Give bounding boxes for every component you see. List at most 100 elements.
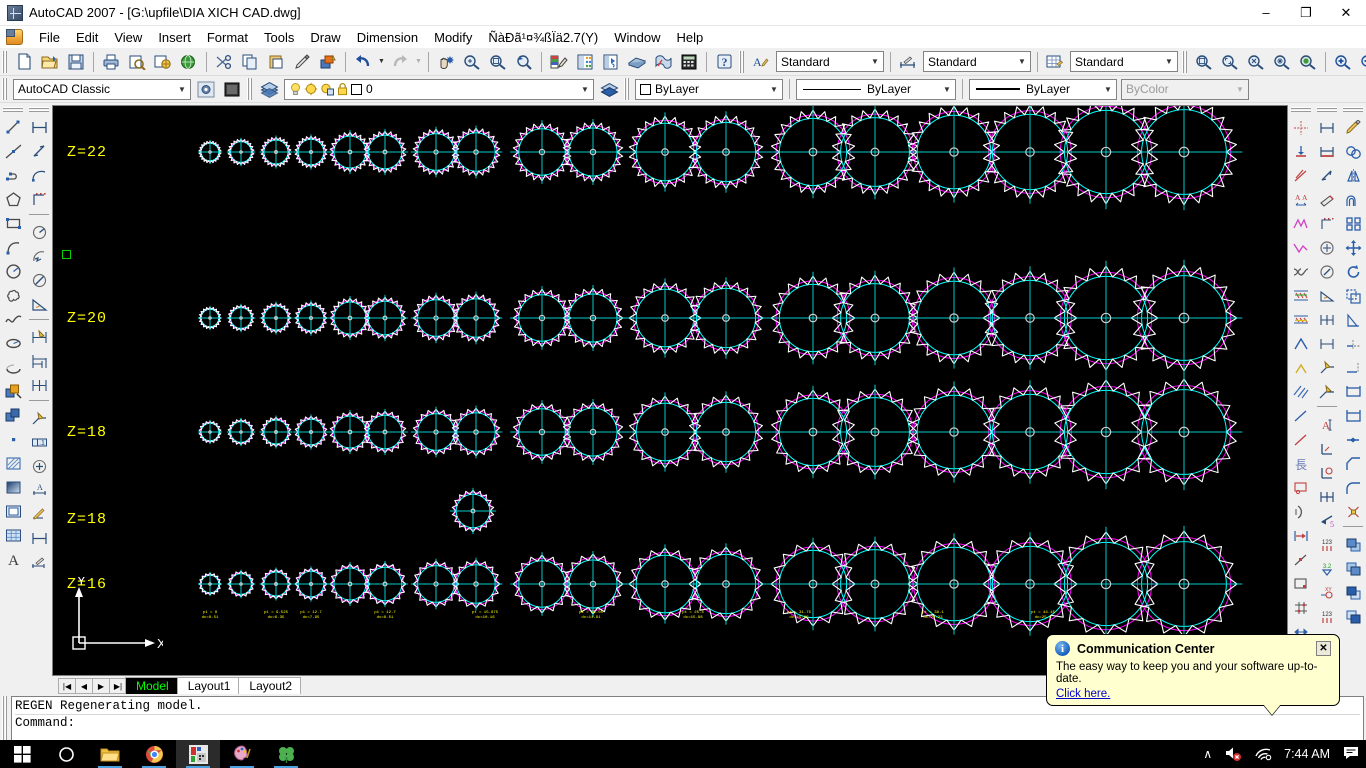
rectangle-icon[interactable] — [2, 212, 25, 235]
mirror-icon[interactable] — [1342, 164, 1365, 187]
web-publish-icon[interactable] — [177, 50, 201, 73]
balloon-click-here-link[interactable]: Click here. — [1056, 688, 1110, 700]
zoom-toolbar-grip[interactable] — [1182, 50, 1189, 73]
workspaces-toolbar-grip[interactable] — [2, 78, 9, 100]
snap-mid-between-icon[interactable] — [1290, 524, 1313, 547]
make-block-icon[interactable] — [2, 404, 25, 427]
ucs-z-icon[interactable] — [1316, 356, 1339, 379]
spline-icon[interactable] — [2, 308, 25, 331]
start-button[interactable] — [0, 740, 44, 768]
snap-from-icon[interactable] — [1290, 140, 1313, 163]
document-control-icon[interactable] — [6, 29, 23, 45]
chevron-down-icon[interactable]: ▼ — [1014, 52, 1030, 71]
draw-toolbar-grip[interactable] — [3, 107, 23, 114]
radius-dimension-icon[interactable] — [28, 221, 51, 244]
color-control-combo[interactable]: ByLayer ▼ — [635, 78, 783, 100]
quick-leader-icon[interactable] — [28, 407, 51, 430]
zoom-realtime-icon[interactable] — [460, 50, 484, 73]
menu-window[interactable]: Window — [606, 28, 668, 47]
point-icon[interactable] — [2, 428, 25, 451]
first-tab-button[interactable]: |◀ — [58, 678, 76, 694]
snap-to-intersection-icon[interactable] — [1290, 212, 1313, 235]
menu-edit[interactable]: Edit — [68, 28, 106, 47]
ucs-origin-icon[interactable] — [1316, 236, 1339, 259]
menu-insert[interactable]: Insert — [150, 28, 199, 47]
send-to-back-icon[interactable] — [1342, 557, 1365, 580]
ucs-object-icon[interactable] — [1316, 188, 1339, 211]
text-edit-icon[interactable]: A — [1316, 413, 1339, 436]
workspace-settings-icon[interactable] — [194, 78, 218, 101]
command-window-grip[interactable] — [2, 696, 10, 746]
aligned-dimension-icon[interactable] — [28, 140, 51, 163]
tolerance-icon[interactable]: .1 — [28, 431, 51, 454]
table-style-combo[interactable]: Standard ▼ — [1070, 51, 1178, 72]
calculator-icon[interactable] — [677, 50, 701, 73]
extend-icon[interactable] — [1342, 356, 1365, 379]
lineweight-control-combo[interactable]: ByLayer ▼ — [969, 78, 1117, 100]
dimension-text-edit-icon[interactable] — [28, 503, 51, 526]
snap-to-midpoint-icon[interactable]: AA — [1290, 188, 1313, 211]
snap-to-nearest-icon[interactable]: 長 — [1290, 452, 1313, 475]
menu-tools[interactable]: Tools — [256, 28, 302, 47]
snap-to-line-icon[interactable] — [1290, 548, 1313, 571]
layer-color-swatch[interactable] — [351, 83, 362, 95]
send-under-object-icon[interactable] — [1342, 605, 1365, 628]
dimension-style-icon[interactable] — [28, 551, 51, 574]
chevron-down-icon[interactable]: ▼ — [939, 80, 955, 99]
line-icon[interactable] — [2, 116, 25, 139]
menu-view[interactable]: View — [106, 28, 150, 47]
volume-muted-icon[interactable] — [1224, 745, 1242, 764]
zoom-out-icon[interactable] — [1357, 50, 1366, 73]
ucs-circle-icon[interactable] — [1316, 461, 1339, 484]
dimension-edit-icon[interactable]: A — [28, 479, 51, 502]
baseline-dimension-icon[interactable] — [28, 350, 51, 373]
cut-icon[interactable] — [212, 50, 236, 73]
snap-to-center-icon[interactable] — [1290, 284, 1313, 307]
bring-to-front-icon[interactable] — [1342, 533, 1365, 556]
offset-icon[interactable] — [1342, 188, 1365, 211]
continue-dimension-icon[interactable] — [28, 374, 51, 397]
undo-dropdown-arrow[interactable]: ▼ — [376, 50, 387, 73]
prev-tab-button[interactable]: ◀ — [75, 678, 93, 694]
copy-icon[interactable] — [238, 50, 262, 73]
block-editor-icon[interactable] — [316, 50, 340, 73]
save-icon[interactable] — [64, 50, 88, 73]
ucs-view-icon[interactable] — [1316, 212, 1339, 235]
zoom-previous-icon[interactable] — [512, 50, 536, 73]
fillet-icon[interactable] — [1342, 476, 1365, 499]
plotstyle-control-combo[interactable]: ByColor ▼ — [1121, 78, 1249, 100]
workspace-combo[interactable]: AutoCAD Classic ▼ — [13, 78, 191, 100]
hatch-icon[interactable] — [2, 452, 25, 475]
toolbar-grip[interactable] — [2, 50, 9, 73]
ucs-world-icon[interactable] — [1316, 116, 1339, 139]
plot-icon[interactable] — [99, 50, 123, 73]
snap-to-insert-icon[interactable] — [1290, 404, 1313, 427]
ucs-3point-icon[interactable] — [1316, 284, 1339, 307]
modify-toolbar-grip[interactable] — [1343, 107, 1363, 114]
quick-dimension-icon[interactable] — [28, 326, 51, 349]
trim-icon[interactable] — [1342, 332, 1365, 355]
bring-above-object-icon[interactable] — [1342, 581, 1365, 604]
snap-to-endpoint-icon[interactable] — [1290, 164, 1313, 187]
ucs-triangle-icon[interactable]: 3.2 — [1316, 557, 1339, 580]
polygon-icon[interactable] — [2, 188, 25, 211]
minimize-button[interactable]: – — [1246, 0, 1286, 26]
new-icon[interactable] — [12, 50, 36, 73]
text-style-icon[interactable]: A — [749, 50, 773, 73]
ucs-face-icon[interactable] — [1316, 164, 1339, 187]
styles-toolbar-grip[interactable] — [739, 50, 746, 73]
redo-dropdown-arrow[interactable]: ▼ — [413, 50, 424, 73]
snap-to-parallel-icon[interactable] — [1290, 380, 1313, 403]
ucs-apply-icon[interactable] — [1316, 380, 1339, 403]
dimension-update-icon[interactable] — [28, 527, 51, 550]
erase-icon[interactable] — [1342, 116, 1365, 139]
chevron-down-icon[interactable]: ▼ — [174, 80, 190, 99]
menu-help[interactable]: Help — [669, 28, 712, 47]
snap-to-tangent-icon[interactable] — [1290, 332, 1313, 355]
gradient-icon[interactable] — [2, 476, 25, 499]
sheetset-icon[interactable] — [625, 50, 649, 73]
copy-object-icon[interactable] — [1342, 140, 1365, 163]
tool-palettes-icon[interactable] — [599, 50, 623, 73]
ucs-arrow-icon[interactable]: 5 — [1316, 509, 1339, 532]
properties-icon[interactable] — [547, 50, 571, 73]
